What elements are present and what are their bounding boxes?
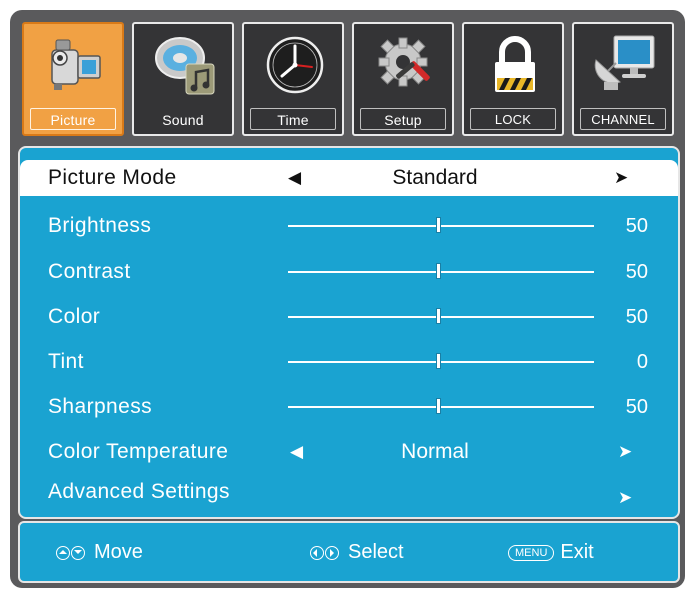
color-label: Color (48, 305, 101, 328)
color-temperature-label: Color Temperature (48, 440, 229, 463)
contrast-label: Contrast (48, 260, 131, 283)
color-slider[interactable] (288, 308, 594, 324)
move-hint: Move (56, 523, 143, 582)
tab-picture[interactable]: Picture (22, 22, 124, 136)
slider-track (288, 406, 594, 408)
left-right-icon (310, 524, 340, 582)
picture-mode-value: Standard (392, 166, 478, 189)
tab-label: Sound (162, 112, 204, 128)
slider-knob[interactable] (436, 353, 441, 369)
up-down-icon (56, 524, 86, 582)
select-hint: Select (310, 523, 404, 582)
tab-setup[interactable]: Setup (352, 22, 454, 136)
menu-key-icon: MENU (508, 544, 555, 561)
arrow-right-icon[interactable]: ➤ (618, 432, 632, 472)
tint-slider[interactable] (288, 353, 594, 369)
slider-knob[interactable] (436, 263, 441, 279)
satellite-dish-icon (594, 35, 655, 90)
gear-wrench-icon (378, 37, 430, 87)
slider-track (288, 225, 594, 227)
tint-value: 0 (636, 351, 648, 373)
tab-channel[interactable]: CHANNEL (572, 22, 674, 136)
picture-mode-label: Picture Mode (48, 166, 177, 189)
picture-menu-panel: Picture Mode ◀ Standard ➤ Brightness 50 … (18, 146, 680, 519)
slider-track (288, 271, 594, 273)
exit-hint: MENU Exit (508, 523, 594, 581)
arrow-left-icon[interactable]: ◀ (288, 160, 301, 196)
tab-label: Picture (50, 112, 96, 128)
brightness-row[interactable]: Brightness 50 (20, 206, 678, 246)
clock-icon (266, 36, 324, 94)
contrast-slider[interactable] (288, 263, 594, 279)
music-note-icon (155, 37, 215, 95)
contrast-row[interactable]: Contrast 50 (20, 252, 678, 292)
select-label: Select (348, 541, 404, 563)
brightness-slider[interactable] (288, 217, 594, 233)
sharpness-slider[interactable] (288, 398, 594, 414)
arrow-left-icon[interactable]: ◀ (290, 432, 303, 472)
arrow-right-icon[interactable]: ➤ (618, 478, 632, 517)
tint-row[interactable]: Tint 0 (20, 342, 678, 382)
slider-knob[interactable] (436, 217, 441, 233)
sharpness-label: Sharpness (48, 395, 152, 418)
tab-time[interactable]: Time (242, 22, 344, 136)
color-temperature-row[interactable]: Color Temperature ◀ Normal ➤ (20, 432, 678, 472)
color-value: 50 (625, 306, 648, 328)
tab-label: CHANNEL (591, 112, 655, 127)
contrast-value: 50 (625, 261, 648, 283)
tint-label: Tint (48, 350, 84, 373)
osd-frame: Picture Sound Time Setup LOCK CHANNEL Pi… (10, 10, 685, 588)
tab-sound[interactable]: Sound (132, 22, 234, 136)
exit-label: Exit (560, 541, 594, 563)
sharpness-row[interactable]: Sharpness 50 (20, 387, 678, 427)
color-row[interactable]: Color 50 (20, 297, 678, 337)
sharpness-value: 50 (625, 396, 648, 418)
tab-label: Time (277, 112, 309, 128)
tab-lock[interactable]: LOCK (462, 22, 564, 136)
slider-track (288, 316, 594, 318)
move-label: Move (94, 541, 143, 563)
tab-bar: Picture Sound Time Setup LOCK CHANNEL (18, 18, 680, 146)
camcorder-icon (51, 39, 101, 90)
help-bar: Move Select MENU Exit (18, 521, 680, 583)
brightness-value: 50 (625, 215, 648, 237)
color-temperature-value: Normal (401, 440, 469, 463)
padlock-icon (495, 36, 535, 92)
slider-track (288, 361, 594, 363)
arrow-right-icon[interactable]: ➤ (614, 160, 628, 196)
picture-mode-row[interactable]: Picture Mode ◀ Standard ➤ (20, 160, 678, 196)
advanced-settings-label: Advanced Settings (48, 480, 230, 503)
advanced-settings-row[interactable]: Advanced Settings ➤ (20, 472, 678, 512)
tab-label: LOCK (494, 112, 532, 127)
slider-knob[interactable] (436, 308, 441, 324)
tab-label: Setup (384, 112, 422, 128)
brightness-label: Brightness (48, 214, 152, 237)
slider-knob[interactable] (436, 398, 441, 414)
